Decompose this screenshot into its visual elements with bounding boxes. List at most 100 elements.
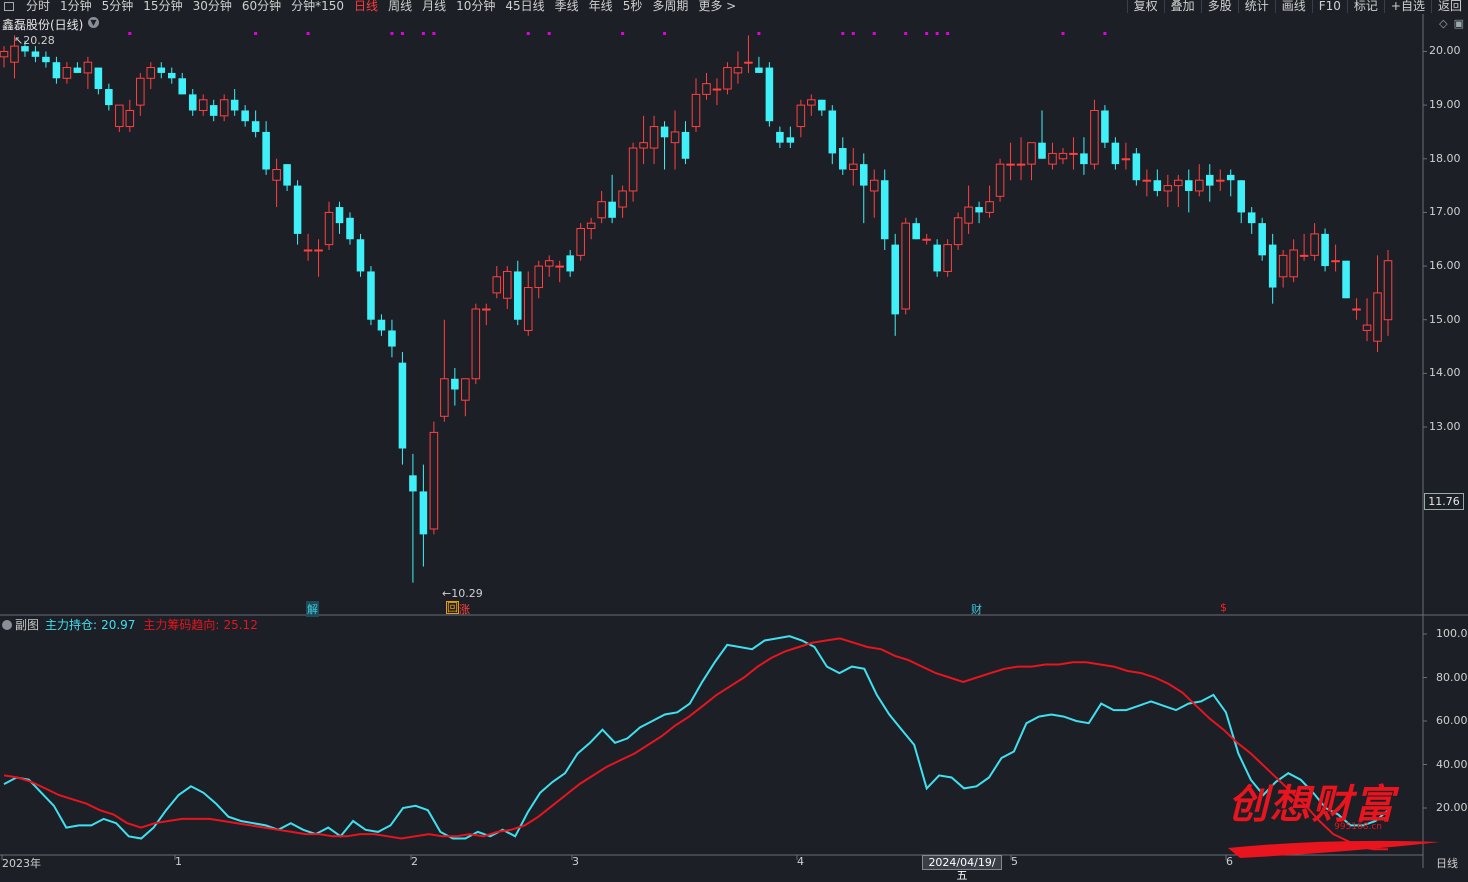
date-axis-label: 6 — [1226, 855, 1233, 868]
toolbar-button[interactable]: 画线 — [1274, 0, 1312, 13]
window-icon[interactable] — [4, 2, 14, 11]
signal-dot — [128, 32, 132, 35]
candle-body — [324, 211, 334, 246]
event-marker-dividend[interactable]: $ — [1220, 601, 1227, 614]
period-tabs: 分时 1分钟 5分钟 15分钟 30分钟 60分钟 分钟*150 日线 周线 月线 10分钟 45日线… — [26, 0, 746, 13]
candle-body — [691, 93, 701, 128]
candle-body — [10, 45, 19, 63]
candle-body — [461, 378, 470, 401]
signal-dot — [904, 32, 908, 35]
candle-body — [1268, 244, 1277, 288]
candle-body — [492, 276, 502, 294]
chevron-down-icon[interactable]: ▼ — [88, 17, 99, 28]
price-axis-label: 13.00 — [1429, 420, 1461, 434]
candle-body — [230, 99, 239, 111]
indicator1-value: 20.97 — [101, 617, 136, 632]
period-tab[interactable]: 分钟*150 — [291, 0, 344, 13]
candle-body — [209, 105, 218, 116]
event-marker-unlock[interactable]: 解 — [306, 601, 319, 617]
candle-body — [901, 222, 910, 310]
diamond-icon[interactable]: ◇ — [1439, 17, 1447, 30]
period-tab[interactable]: 15分钟 — [143, 0, 182, 13]
date-axis-label: 2 — [411, 855, 418, 868]
candle-body — [502, 270, 512, 299]
candle-body — [471, 308, 481, 380]
candle-body — [1310, 233, 1319, 256]
candle-body — [922, 238, 931, 241]
period-tab[interactable]: 60分钟 — [242, 0, 281, 13]
signal-dot — [432, 32, 436, 35]
period-tab[interactable]: 5分钟 — [102, 0, 134, 13]
toolbar-button[interactable]: 标记 — [1346, 0, 1384, 13]
candle-body — [1331, 260, 1340, 263]
event-marker-finance[interactable]: 财 — [971, 601, 982, 617]
period-tab[interactable]: 多周期 — [652, 0, 688, 13]
candle-body — [188, 94, 197, 111]
candle-body — [219, 99, 229, 117]
candle-body — [912, 223, 920, 240]
candle-body — [618, 190, 627, 208]
event-marker-rise[interactable]: 涨 — [459, 601, 470, 617]
period-tab[interactable]: 10分钟 — [456, 0, 495, 13]
candle-body — [1016, 163, 1026, 166]
toolbar-button[interactable]: 多股 — [1200, 0, 1238, 13]
candle-body — [314, 249, 323, 252]
toolbar-button[interactable]: 统计 — [1237, 0, 1275, 13]
period-tab[interactable]: 周线 — [388, 0, 412, 13]
candle-body — [1038, 142, 1046, 159]
toolbar-button[interactable]: +自选 — [1383, 0, 1431, 13]
toolbar-button[interactable]: 复权 — [1126, 0, 1164, 13]
period-tab[interactable]: 5秒 — [623, 0, 643, 13]
candle-body — [933, 244, 941, 272]
candle-body — [744, 61, 753, 64]
period-tab[interactable]: 年线 — [589, 0, 613, 13]
candle-body — [733, 67, 743, 74]
period-tab[interactable]: 45日线 — [505, 0, 544, 13]
candle-body — [346, 217, 354, 240]
candle-body — [356, 239, 365, 272]
stock-title: 鑫磊股份(日线) — [2, 18, 84, 32]
candle-body — [975, 207, 983, 213]
candle-body — [0, 50, 9, 58]
candle-body — [995, 163, 1005, 197]
signal-dot — [400, 32, 404, 35]
candle-body — [409, 475, 417, 492]
toolbar-button[interactable]: 叠加 — [1163, 0, 1201, 13]
candle-body — [828, 110, 837, 154]
period-tab[interactable]: 季线 — [555, 0, 579, 13]
candle-body — [597, 201, 606, 219]
candle-body — [880, 180, 889, 240]
period-tab[interactable]: 30分钟 — [193, 0, 232, 13]
period-tab[interactable]: 月线 — [422, 0, 446, 13]
signal-dot — [421, 32, 425, 35]
sub-chart-toggle-icon[interactable] — [2, 619, 12, 630]
candle-body — [73, 67, 82, 73]
price-axis-label: 17.00 — [1429, 205, 1461, 219]
price-axis-label: 19.00 — [1429, 98, 1461, 112]
candle-body — [1006, 163, 1015, 166]
sub-axis-label: 20.00 — [1436, 801, 1468, 814]
event-marker-buyback[interactable]: 回 — [446, 601, 459, 614]
candle-body — [681, 131, 690, 159]
candle-body — [891, 244, 899, 315]
candle-body — [964, 206, 973, 224]
candle-body — [178, 78, 187, 95]
period-label: 日线 — [1436, 857, 1458, 870]
signal-dot — [254, 32, 258, 35]
candlestick-chart[interactable] — [0, 0, 1468, 868]
candle-body — [335, 207, 344, 224]
candle-body — [1101, 110, 1109, 143]
period-tab[interactable]: 1分钟 — [60, 0, 92, 13]
window-toggle-icon[interactable]: ▣ — [1454, 17, 1464, 30]
toolbar-button[interactable]: 返回 — [1430, 0, 1468, 13]
period-tab[interactable]: 日线 — [354, 0, 378, 13]
candle-body — [83, 61, 93, 74]
signal-dot — [663, 32, 667, 35]
date-axis-label: 3 — [572, 855, 579, 868]
candle-body — [859, 164, 868, 186]
period-tab[interactable]: 分时 — [26, 0, 50, 13]
period-tab[interactable]: 更多 > — [698, 0, 736, 13]
candle-body — [1383, 260, 1393, 321]
sub-chart-label[interactable]: 副图 — [15, 616, 39, 633]
toolbar-button[interactable]: F10 — [1311, 0, 1347, 13]
